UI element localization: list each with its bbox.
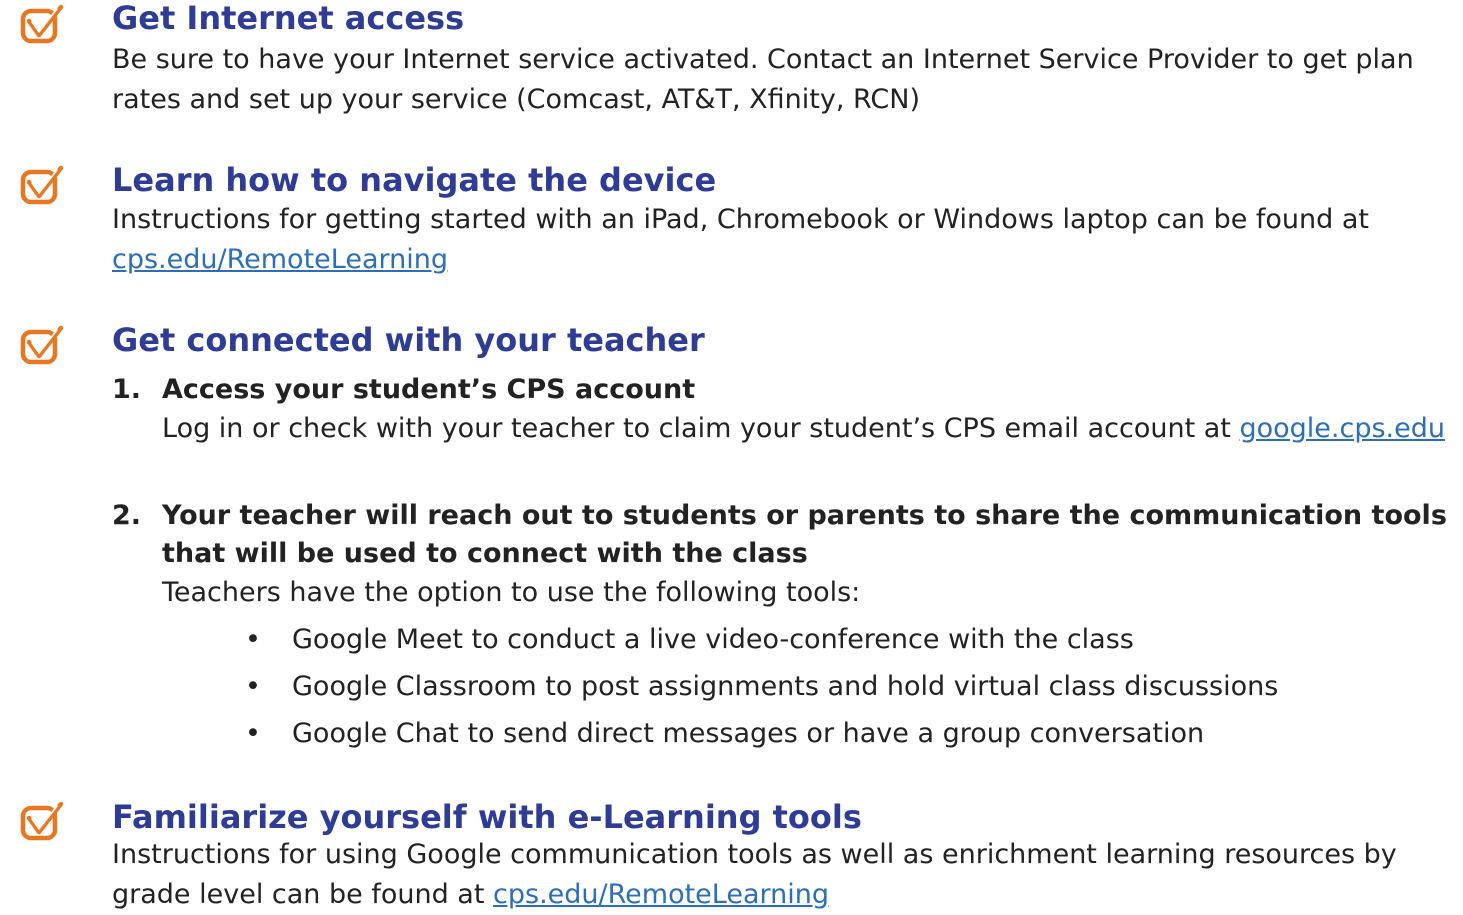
section-body: Be sure to have your Internet service ac… bbox=[112, 44, 1414, 115]
item-title: Your teacher will reach out to students … bbox=[162, 500, 1447, 569]
remote-learning-link[interactable]: cps.edu/RemoteLearning bbox=[493, 879, 829, 910]
item-number: 1. bbox=[112, 374, 142, 405]
bullet-text: Google Classroom to post assignments and… bbox=[292, 671, 1279, 702]
bullet-text: Google Meet to conduct a live video-conf… bbox=[292, 624, 1134, 655]
bullet: • bbox=[245, 718, 261, 749]
item-title: Access your student’s CPS account bbox=[162, 374, 696, 405]
section-heading: Familiarize yourself with e-Learning too… bbox=[112, 798, 862, 836]
section-heading: Get Internet access bbox=[112, 0, 465, 37]
checkbox-check-icon bbox=[20, 165, 64, 205]
section-heading: Get connected with your teacher bbox=[112, 321, 705, 359]
list-item: • Google Meet to conduct a live video-con… bbox=[245, 620, 1278, 667]
item-number: 2. bbox=[112, 500, 142, 531]
section-body: Instructions for getting started with an… bbox=[112, 200, 1457, 280]
list-item: • Google Chat to send direct messages or … bbox=[245, 714, 1278, 761]
section-heading: Learn how to navigate the device bbox=[112, 161, 717, 199]
bullet: • bbox=[245, 671, 261, 702]
list-item: • Google Classroom to post assignments an… bbox=[245, 667, 1278, 714]
tools-list: • Google Meet to conduct a live video-con… bbox=[245, 620, 1278, 761]
google-cps-link[interactable]: google.cps.edu bbox=[1239, 413, 1445, 444]
section-body: Instructions for using Google communicat… bbox=[112, 835, 1457, 915]
bullet-text: Google Chat to send direct messages or h… bbox=[292, 718, 1205, 749]
item-body: Teachers have the option to use the foll… bbox=[162, 577, 861, 608]
bullet: • bbox=[245, 624, 261, 655]
section-body-text: Instructions for getting started with an… bbox=[112, 204, 1370, 235]
item-body-text: Log in or check with your teacher to cla… bbox=[162, 413, 1240, 444]
checkbox-check-icon bbox=[20, 325, 64, 365]
checkbox-check-icon bbox=[20, 4, 64, 44]
remote-learning-link[interactable]: cps.edu/RemoteLearning bbox=[112, 244, 448, 275]
checkbox-check-icon bbox=[20, 801, 64, 841]
item-body: Log in or check with your teacher to cla… bbox=[162, 409, 1457, 449]
